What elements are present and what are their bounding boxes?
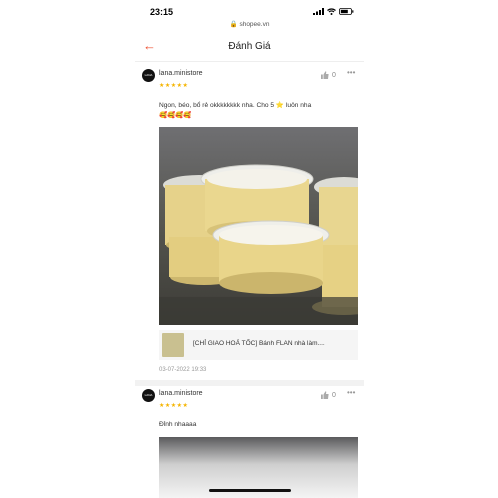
flan-cups-photo [159, 127, 358, 325]
thumbs-up-icon [321, 391, 329, 399]
review-username[interactable]: lana.ministore [159, 70, 203, 77]
like-count: 0 [332, 71, 336, 79]
phone-screen: 23:15 🔒 shopee.vn ← Đánh Giá LANA lana.m… [135, 0, 364, 498]
review-date: 03-07-2022 19:33 [159, 367, 207, 373]
home-indicator[interactable] [209, 489, 291, 492]
like-button[interactable]: 0 [321, 71, 336, 79]
url-bar[interactable]: 🔒 shopee.vn [135, 20, 364, 28]
battery-icon [339, 8, 354, 15]
status-icons [313, 8, 354, 15]
lock-icon: 🔒 [229, 21, 238, 28]
review-username[interactable]: lana.ministore [159, 390, 203, 397]
review-photo[interactable] [159, 127, 358, 325]
like-count: 0 [332, 391, 336, 399]
like-button[interactable]: 0 [321, 391, 336, 399]
review-text: Ngon, béo, bổ rẻ okkkkkkkk nha. Cho 5 ⭐ … [159, 102, 312, 109]
page-title: Đánh Giá [228, 41, 271, 52]
header-bar: ← Đánh Giá [135, 33, 364, 62]
product-link[interactable]: [CHỈ GIAO HOẢ TỐC] Bánh FLAN nhà làm.... [159, 330, 358, 360]
review-stars: ★★★★★ [159, 83, 189, 89]
review-item: LANA lana.ministore ★★★★★ 0 ••• Đỉnh nha… [135, 386, 364, 498]
url-text: shopee.vn [239, 21, 270, 28]
review-stars: ★★★★★ [159, 403, 189, 409]
thumbs-up-icon [321, 71, 329, 79]
wifi-icon [327, 8, 336, 15]
signal-icon [313, 8, 324, 15]
status-bar: 23:15 🔒 shopee.vn [135, 0, 364, 32]
status-time: 23:15 [150, 7, 174, 17]
product-name: [CHỈ GIAO HOẢ TỐC] Bánh FLAN nhà làm.... [193, 340, 325, 347]
avatar[interactable]: LANA [142, 389, 155, 402]
more-options-icon[interactable]: ••• [347, 68, 355, 77]
more-options-icon[interactable]: ••• [347, 388, 355, 397]
avatar[interactable]: LANA [142, 69, 155, 82]
review-item: LANA lana.ministore ★★★★★ 0 ••• Ngon, bé… [135, 62, 364, 380]
product-thumbnail [162, 333, 184, 357]
review-text: Đỉnh nhaaaa [159, 421, 197, 428]
review-emojis: 🥰🥰🥰🥰 [159, 112, 192, 119]
